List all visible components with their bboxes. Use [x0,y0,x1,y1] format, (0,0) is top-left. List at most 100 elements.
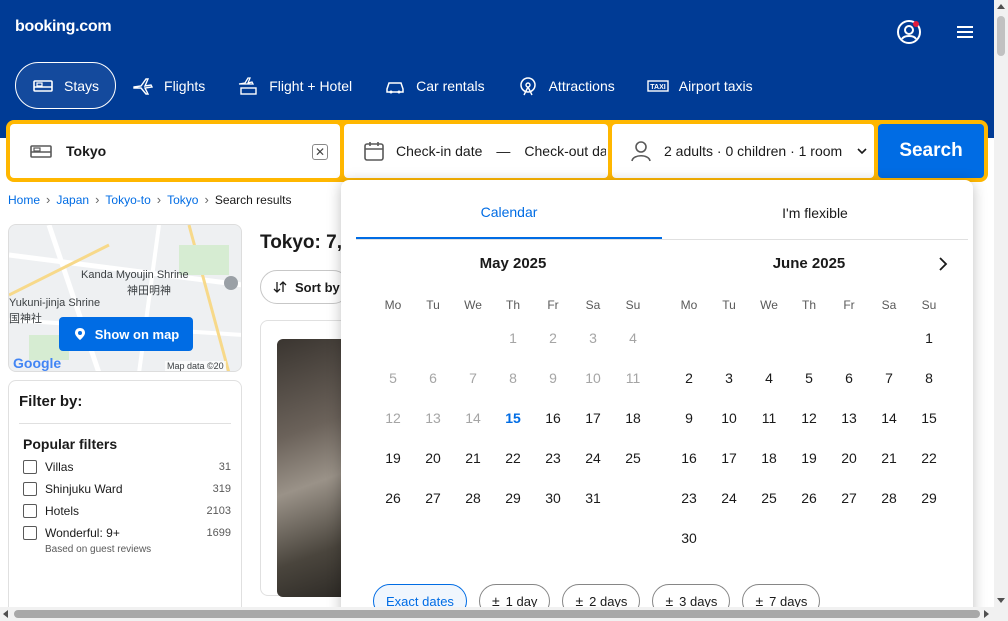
breadcrumb-japan[interactable]: Japan [56,193,89,207]
calendar-day[interactable]: 31 [573,478,613,518]
empty-day-cell [909,518,949,558]
scroll-down-arrow[interactable] [997,598,1005,603]
calendar-day[interactable]: 11 [749,398,789,438]
tab-flexible[interactable]: I'm flexible [662,186,968,239]
guests-field[interactable]: 2 adults · 0 children · 1 room [612,124,874,178]
calendar-day[interactable]: 8 [909,358,949,398]
calendar-day[interactable]: 23 [669,478,709,518]
calendar-day[interactable]: 17 [573,398,613,438]
calendar-day[interactable]: 19 [789,438,829,478]
checkbox[interactable] [23,482,37,496]
calendar-day[interactable]: 2 [669,358,709,398]
calendar-day[interactable]: 29 [493,478,533,518]
calendar-day[interactable]: 1 [909,318,949,358]
checkbox[interactable] [23,460,37,474]
calendar-day[interactable]: 24 [709,478,749,518]
sort-button[interactable]: Sort by [260,270,350,304]
calendar-day[interactable]: 30 [669,518,709,558]
calendar-day[interactable]: 18 [749,438,789,478]
booking-logo[interactable]: booking.com [15,18,112,36]
calendar-day[interactable]: 14 [869,398,909,438]
calendar-day[interactable]: 4 [749,358,789,398]
breadcrumb-home[interactable]: Home [8,193,40,207]
destination-field[interactable]: Tokyo ✕ [10,124,340,178]
tab-flight-hotel[interactable]: Flight + Hotel [221,62,368,109]
calendar-day[interactable]: 25 [749,478,789,518]
scrollbar-thumb[interactable] [14,610,980,618]
scroll-left-arrow[interactable] [3,610,8,618]
calendar-day[interactable]: 18 [613,398,653,438]
account-button[interactable] [884,7,934,57]
calendar-day[interactable]: 20 [413,438,453,478]
calendar-day[interactable]: 15 [909,398,949,438]
calendar-day[interactable]: 12 [789,398,829,438]
calendar-day[interactable]: 27 [413,478,453,518]
filter-shinjuku[interactable]: Shinjuku Ward 319 [19,478,231,500]
date-picker-tabs: Calendar I'm flexible [356,186,968,240]
calendar-day[interactable]: 27 [829,478,869,518]
weekday-label: Su [625,298,641,312]
tab-stays[interactable]: Stays [15,62,117,109]
calendar-day[interactable]: 6 [829,358,869,398]
calendar-day[interactable]: 21 [869,438,909,478]
calendar-day[interactable]: 13 [829,398,869,438]
horizontal-scrollbar[interactable] [0,607,1008,621]
calendar-day: 10 [585,370,601,386]
calendar-day[interactable]: 16 [533,398,573,438]
chevron-right-icon: › [95,192,100,207]
tab-attractions[interactable]: Attractions [501,62,631,109]
vertical-scrollbar[interactable] [994,0,1008,607]
calendar-day[interactable]: 7 [869,358,909,398]
calendar-day[interactable]: 22 [909,438,949,478]
week-row: 16 17 18 19 20 21 22 [669,438,949,478]
calendar-day[interactable]: 17 [709,438,749,478]
plane-bed-icon [239,76,257,95]
filter-villas[interactable]: Villas 31 [19,456,231,478]
search-button[interactable]: Search [878,124,984,178]
calendar-day[interactable]: 28 [453,478,493,518]
menu-button[interactable] [940,7,990,57]
scroll-right-arrow[interactable] [984,610,989,618]
next-month-button[interactable] [919,240,967,288]
checkout-label: Check-out date [524,143,607,159]
weekday-label: Sa [585,298,601,312]
tab-car-rentals[interactable]: Car rentals [368,62,500,109]
filter-hotels[interactable]: Hotels 2103 [19,500,231,522]
tab-flights[interactable]: Flights [116,62,221,109]
weekday-label: Su [921,298,937,312]
tab-calendar[interactable]: Calendar [356,186,662,239]
calendar-day[interactable]: 25 [613,438,653,478]
calendar-day[interactable]: 19 [373,438,413,478]
clear-destination-button[interactable]: ✕ [312,144,328,160]
scroll-up-arrow[interactable] [997,4,1005,9]
tab-airport-taxis[interactable]: TAXI Airport taxis [631,62,769,109]
scrollbar-thumb[interactable] [997,16,1005,56]
checkbox[interactable] [23,504,37,518]
calendar-day[interactable]: 9 [669,398,709,438]
map-preview[interactable]: Kanda Myoujin Shrine 神田明神 Yukuni-jinja S… [8,224,242,372]
show-on-map-button[interactable]: Show on map [59,317,193,351]
google-logo: Google [13,355,62,371]
calendar-day[interactable]: 15 [493,398,533,438]
bed-icon [30,145,52,158]
calendar-day[interactable]: 5 [789,358,829,398]
checkbox[interactable] [23,526,37,540]
calendar-day[interactable]: 26 [789,478,829,518]
calendar-day[interactable]: 23 [533,438,573,478]
date-field[interactable]: Check-in date — Check-out date [344,124,608,178]
calendar-day[interactable]: 20 [829,438,869,478]
calendar-day[interactable]: 21 [453,438,493,478]
calendar-day[interactable]: 26 [373,478,413,518]
filter-wonderful[interactable]: Wonderful: 9+ 1699 [19,522,231,544]
calendar-day[interactable]: 24 [573,438,613,478]
breadcrumb-tokyo-to[interactable]: Tokyo-to [105,193,150,207]
calendar-day[interactable]: 10 [709,398,749,438]
calendar-day[interactable]: 22 [493,438,533,478]
breadcrumb-tokyo[interactable]: Tokyo [167,193,198,207]
calendar-day[interactable]: 28 [869,478,909,518]
calendar-day[interactable]: 30 [533,478,573,518]
breadcrumb-current: Search results [214,192,292,207]
calendar-day[interactable]: 3 [709,358,749,398]
calendar-day[interactable]: 29 [909,478,949,518]
calendar-day[interactable]: 16 [669,438,709,478]
